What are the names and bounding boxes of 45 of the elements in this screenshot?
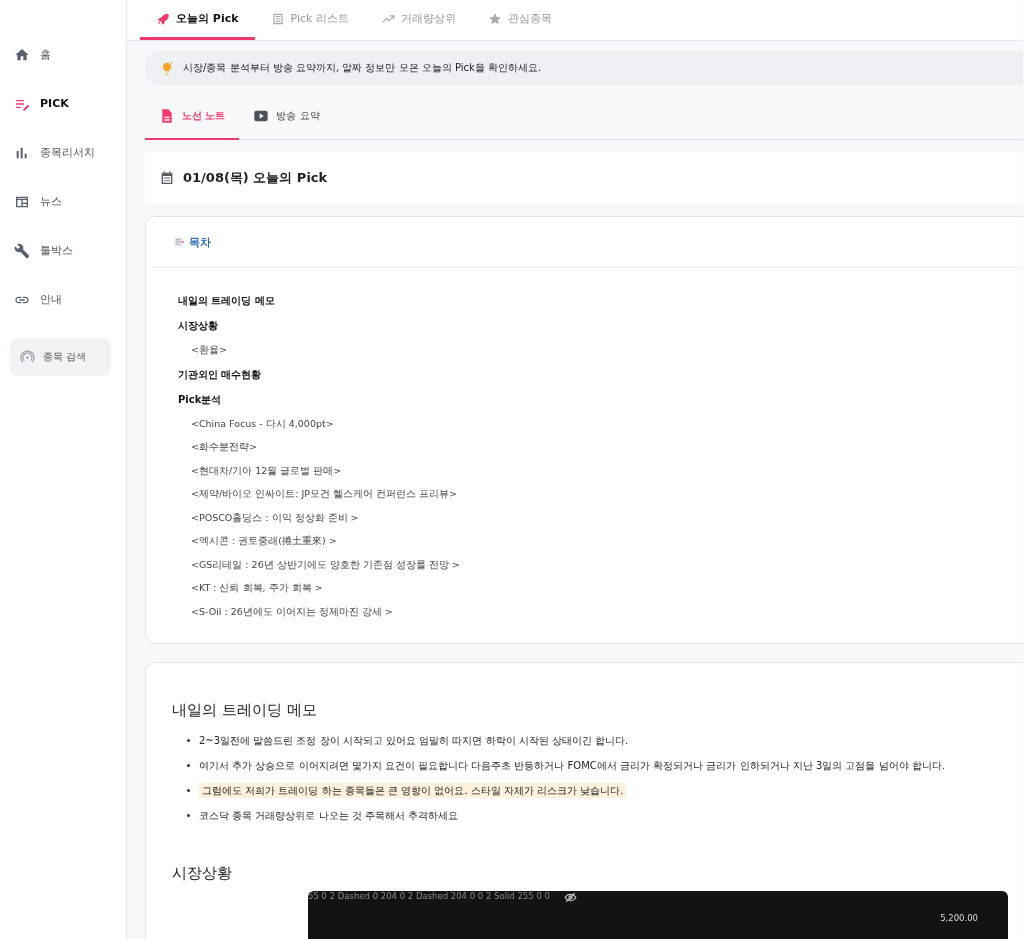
sidebar-item[interactable]: 홈 [0, 30, 51, 79]
document-icon [159, 107, 175, 124]
sidebar-item[interactable]: 뉴스 [0, 177, 62, 226]
toc-link[interactable]: <S-Oil : 26년에도 이어지는 정제마진 강세 > [178, 599, 393, 623]
toc-link[interactable]: <화수분전략> [178, 435, 257, 459]
note-icon [173, 236, 185, 248]
toc-link[interactable]: Pick분석 [178, 386, 222, 412]
toc-link[interactable]: <현대차/기아 12월 글로벌 판매> [178, 458, 342, 482]
price-label: 5,200.00 [940, 913, 978, 923]
bullet-text: 여기서 추가 상승으로 이어지려면 몇가지 요건이 필요합니다 다음주초 반등하거나 FOMC에서 금리가 확정되거나 금리가 인하되거나 지난 3일의 고점을 넘어야 합니다. [199, 760, 945, 771]
toc-link[interactable]: 시장상황 [178, 313, 218, 338]
sidebar-item[interactable]: PICK [0, 79, 69, 128]
tab[interactable]: 오늘의 Pick [140, 0, 255, 40]
section-heading: 시장상황 [172, 864, 233, 883]
sidebar-item[interactable]: 안내 [0, 275, 62, 324]
signal-icon [20, 349, 35, 365]
toc-link[interactable]: <GS리테일 : 26년 상반기에도 양호한 기존점 성장률 전망 > [178, 552, 460, 576]
star-icon [487, 11, 502, 26]
tab[interactable]: 방송 요약 [239, 93, 334, 140]
toc-link[interactable]: <China Focus - 다시 4,000pt> [178, 411, 334, 435]
home-icon [14, 46, 30, 63]
wrench-icon [14, 242, 30, 259]
toc-link[interactable]: <제약/바이오 인싸이트: JP모건 헬스케어 컨퍼런스 프리뷰> [178, 482, 457, 506]
toc-link[interactable]: <KT : 신뢰 회복, 주가 회복 > [178, 576, 323, 600]
chart-legend: 55 0 2 Dashed 0 204 0 2 Dashed 204 0 0 2 Solid 255 0 0 [308, 891, 550, 901]
sidebar-item[interactable]: 툴박스 [0, 226, 73, 275]
toc-link[interactable]: <엑시콘 : 권토중래(捲土重來) > [178, 529, 337, 553]
section-heading: 내일의 트레이딩 메모 [172, 701, 318, 720]
sidebar-item[interactable]: 종목리서치 [0, 128, 95, 177]
tab[interactable]: 노선 노트 [145, 93, 240, 140]
bullet-text: 2~3일전에 말씀드린 조정 장이 시작되고 있어요 엄밀히 따지면 하락이 시작된 상태이긴 합니다. [199, 735, 629, 746]
toc-link[interactable]: <POSCO홀딩스 : 이익 정상화 준비 > [178, 505, 359, 529]
toc-link[interactable]: 내일의 트레이딩 메모 [178, 288, 275, 313]
stock-search-button[interactable]: 종목 검색 [10, 338, 111, 376]
notice-text: 시장/종목 분석부터 방송 요약까지, 알짜 정보만 모은 오늘의 Pick을 확인하세요. [183, 61, 542, 75]
bullet-text: 그럼에도 저희가 트레이딩 하는 종목들은 큰 영향이 없어요. 스타일 자체가 리스크가 낮습니다. [199, 783, 627, 798]
toc-link[interactable]: <환율> [178, 338, 227, 362]
toc-title: 목차 [189, 234, 211, 250]
rocket-icon [156, 11, 170, 26]
toc-link[interactable]: 기관외인 매수현황 [178, 361, 262, 387]
hidden-eye-icon [564, 891, 577, 904]
list-icon [270, 11, 285, 26]
date-title: 01/08(목) 오늘의 Pick [183, 168, 328, 187]
bullet-text: 코스닥 종목 거래량상위로 나오는 것 주목해서 추격하세요 [199, 810, 459, 821]
calendar-icon [159, 169, 175, 186]
